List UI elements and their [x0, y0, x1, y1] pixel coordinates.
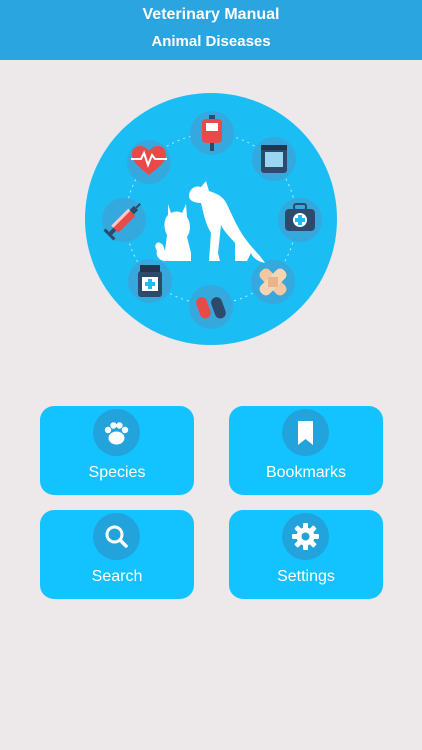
heartbeat-icon [127, 140, 171, 184]
bookmarks-button[interactable]: Bookmarks [229, 406, 383, 495]
first-aid-kit-icon [278, 198, 322, 242]
syringe-icon [102, 198, 146, 242]
medicine-bottle-icon [128, 259, 172, 303]
search-icon [93, 513, 140, 560]
pills-icon [189, 285, 233, 329]
gear-icon [282, 513, 329, 560]
dog-and-cat-icon [155, 181, 265, 263]
species-label: Species [88, 464, 146, 481]
app-title: Veterinary Manual [142, 6, 280, 23]
paw-icon [93, 409, 140, 456]
app-subtitle: Animal Diseases [151, 33, 271, 50]
search-label: Search [91, 568, 143, 585]
iv-bag-icon [190, 111, 234, 155]
bookmark-icon [282, 409, 329, 456]
species-button[interactable]: Species [40, 406, 194, 495]
medicine-box-icon [252, 137, 296, 181]
hero-illustration [85, 93, 337, 345]
search-button[interactable]: Search [40, 510, 194, 599]
bandage-icon [251, 260, 295, 304]
settings-label: Settings [277, 568, 335, 585]
app-header: Veterinary Manual Animal Diseases [0, 0, 422, 60]
settings-button[interactable]: Settings [229, 510, 383, 599]
bookmarks-label: Bookmarks [265, 464, 347, 481]
